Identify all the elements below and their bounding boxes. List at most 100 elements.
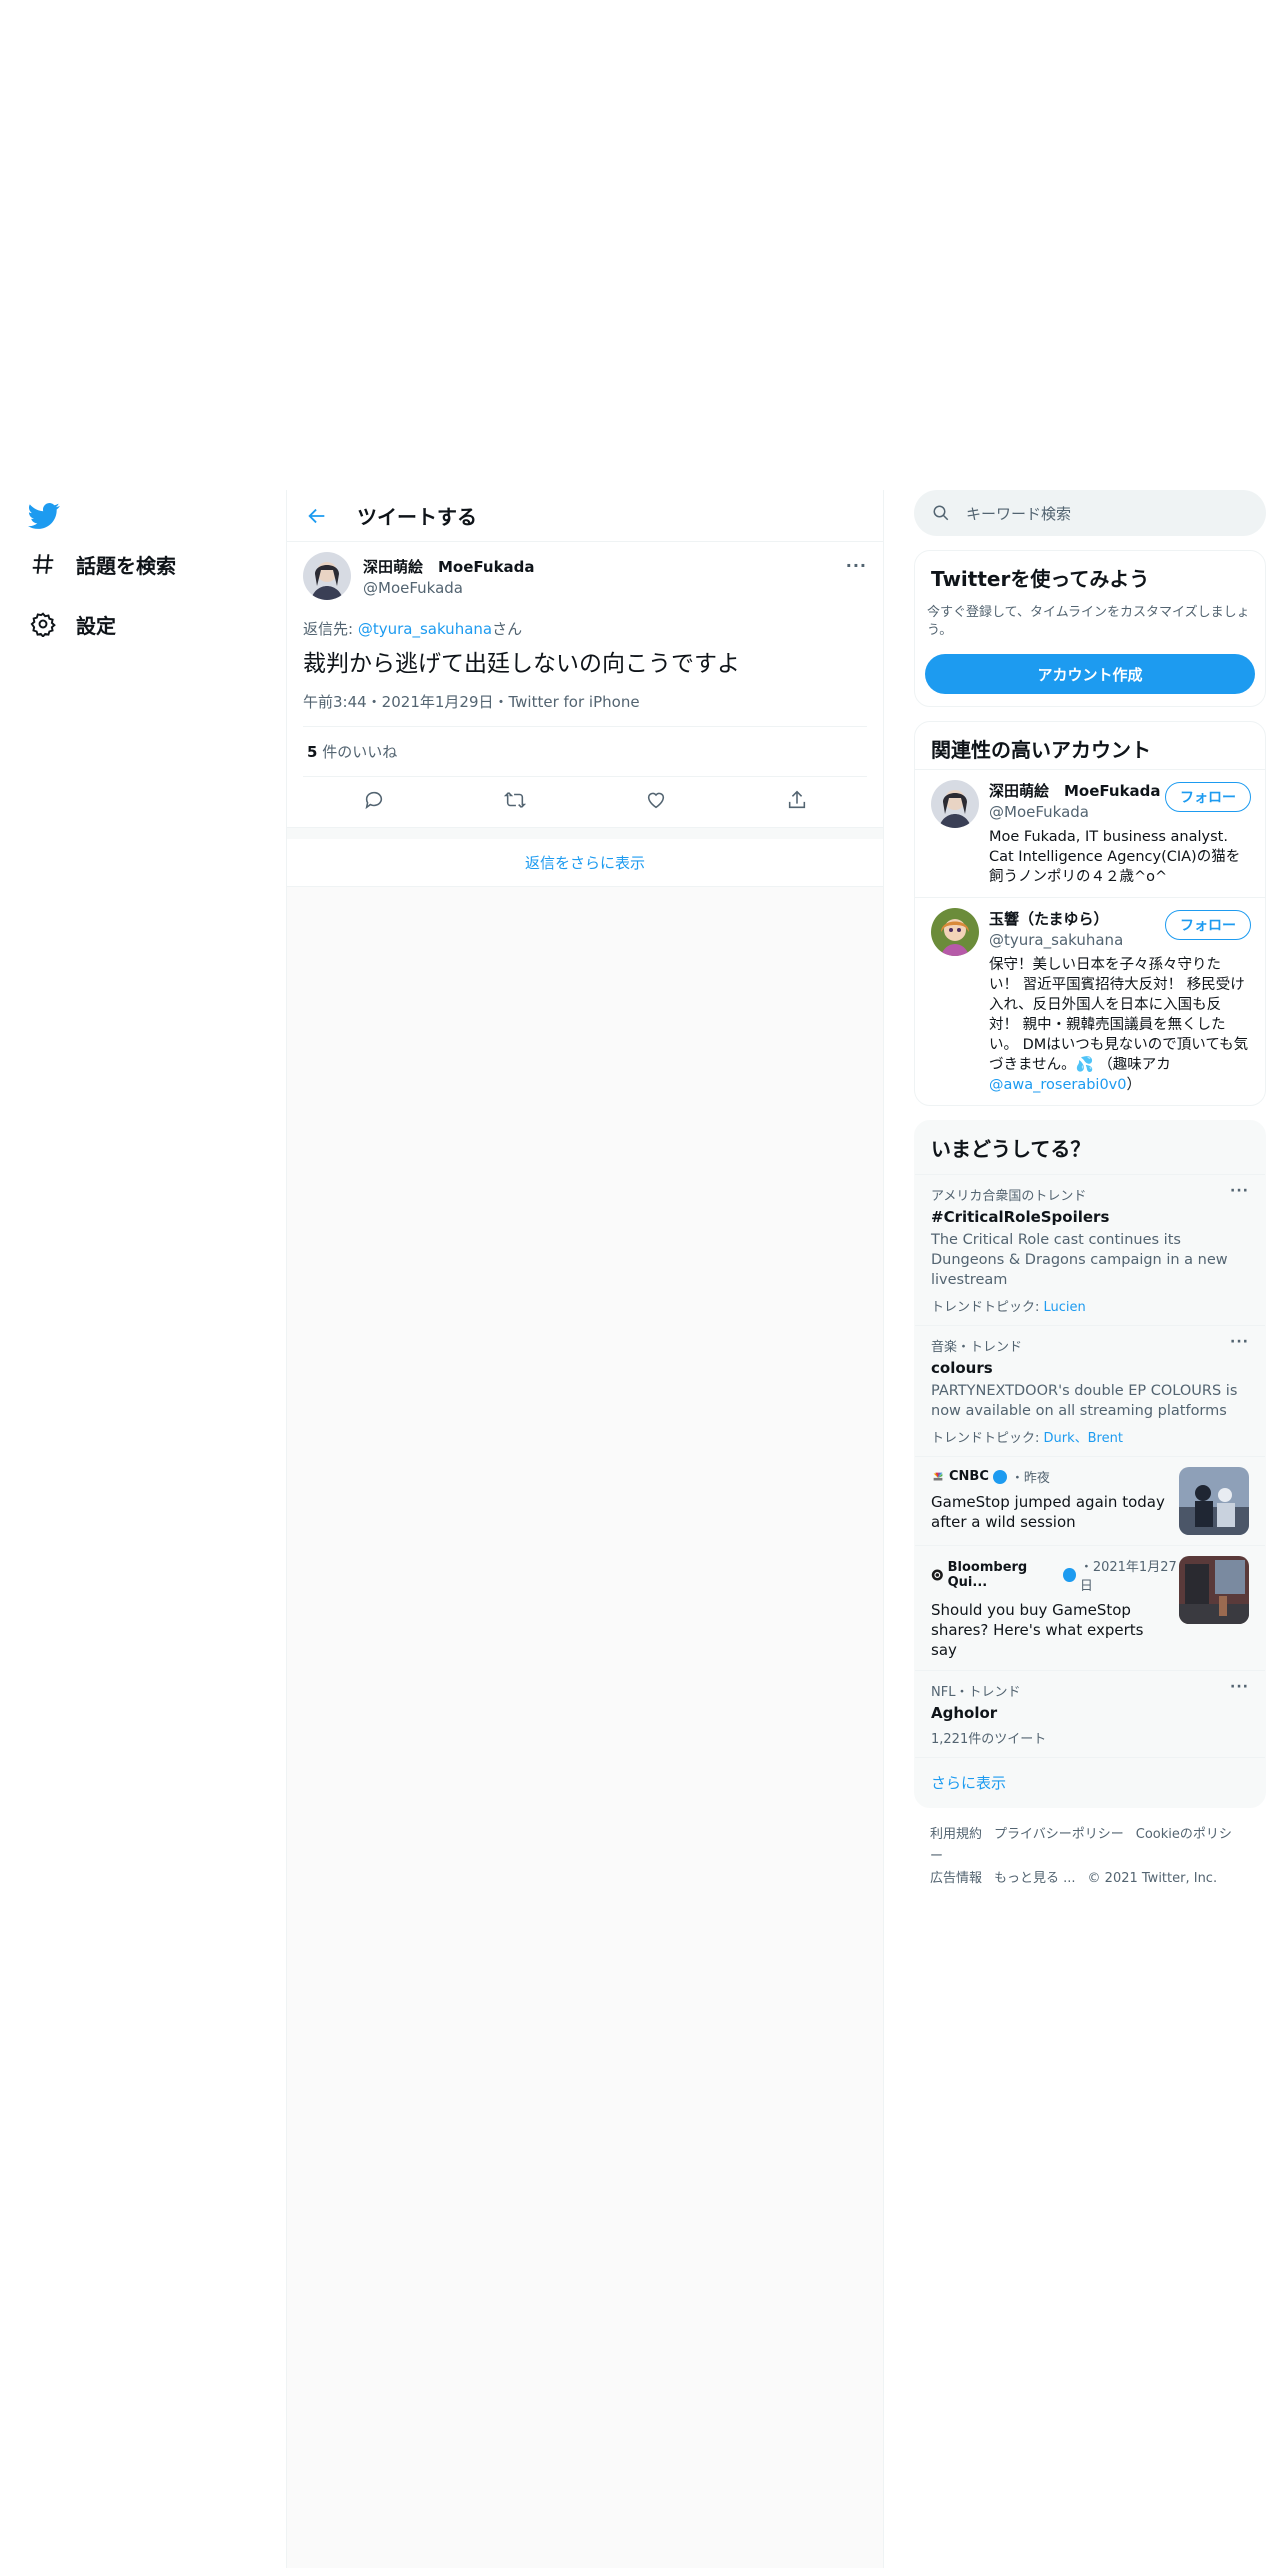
show-more-link[interactable]: さらに表示	[915, 1757, 1265, 1807]
trend-context: 音楽・トレンド	[931, 1340, 1023, 1355]
avatar[interactable]	[931, 780, 979, 828]
follow-button[interactable]: フォロー	[1165, 782, 1251, 812]
main-column: ツイートする 深田萌絵 MoeFukada @MoeFukada ··· 返信先…	[286, 490, 884, 2568]
news-source: Bloomberg Qui...	[947, 1560, 1028, 1590]
trend-tweet-count: 1,221件のツイート	[931, 1732, 1047, 1747]
tweet-author-handle[interactable]: @MoeFukada	[363, 579, 535, 597]
footer-terms-link[interactable]: 利用規約	[930, 1827, 982, 1842]
trend-context: アメリカ合衆国のトレンド	[931, 1189, 1087, 1204]
signup-subtitle: 今すぐ登録して、タイムラインをカスタマイズしましょう。	[927, 605, 1250, 638]
footer-privacy-link[interactable]: プライバシーポリシー	[994, 1827, 1124, 1842]
news-title: Should you buy GameStop shares? Here's w…	[931, 1601, 1144, 1659]
nav-settings-label: 設定	[76, 613, 116, 638]
gear-icon	[30, 612, 56, 637]
retweet-icon	[503, 792, 526, 808]
account-item[interactable]: 深田萌絵 MoeFukada @MoeFukada Moe Fukada, IT…	[915, 769, 1265, 897]
tweet-text: 裁判から逃げて出廷しないの向こうですよ	[303, 651, 740, 677]
likes-row[interactable]: 5 件のいいね	[303, 727, 867, 777]
more-options-icon[interactable]: ···	[1230, 1183, 1249, 1199]
share-button[interactable]	[786, 789, 808, 815]
verified-badge-icon	[1063, 1568, 1076, 1582]
retweet-button[interactable]	[503, 789, 526, 815]
more-options-icon[interactable]: ···	[1230, 1334, 1249, 1350]
account-bio-end: ）	[1126, 1077, 1141, 1093]
reply-icon	[365, 791, 382, 810]
arrow-left-icon	[308, 508, 325, 523]
tweet-author-name[interactable]: 深田萌絵 MoeFukada	[363, 556, 535, 577]
like-button[interactable]	[645, 789, 667, 815]
trend-description: The Critical Role cast continues its Dun…	[931, 1232, 1228, 1288]
nav-settings[interactable]: 設定	[30, 604, 116, 644]
reply-to-suffix: さん	[492, 620, 523, 638]
search-icon	[933, 505, 949, 521]
search-placeholder: キーワード検索	[966, 504, 1072, 523]
tweet-meta[interactable]: 午前3:44・2021年1月29日・Twitter for iPhone	[303, 691, 867, 727]
left-nav: 話題を検索 設定	[0, 490, 286, 2568]
nav-explore[interactable]: 話題を検索	[30, 544, 176, 584]
right-sidebar: キーワード検索 Twitterを使ってみよう 今すぐ登録して、タイムラインをカス…	[914, 490, 1266, 1906]
reply-to-prefix: 返信先:	[303, 620, 358, 638]
hashtag-icon	[32, 554, 54, 574]
related-title: 関連性の高いアカウント	[931, 738, 1151, 762]
account-item[interactable]: 玉響（たまゆら） @tyura_sakuhana 保守！美しい日本を子々孫々守り…	[915, 897, 1265, 1105]
news-time: ・昨夜	[1010, 1471, 1050, 1486]
trend-topic-link[interactable]: Durk、Brent	[1044, 1431, 1123, 1446]
trends-card: いまどうしてる？ アメリカ合衆国のトレンド #CriticalRoleSpoil…	[914, 1120, 1266, 1808]
trend-title: Agholor	[931, 1704, 998, 1722]
trend-title: #CriticalRoleSpoilers	[931, 1208, 1110, 1226]
trend-item[interactable]: アメリカ合衆国のトレンド #CriticalRoleSpoilers The C…	[915, 1174, 1265, 1325]
bloomberg-logo-icon	[931, 1569, 943, 1581]
trend-topic: トレンドトピック: Lucien	[931, 1296, 1249, 1315]
back-button[interactable]	[299, 498, 335, 534]
share-icon	[788, 790, 805, 809]
page-title: ツイートする	[357, 505, 477, 529]
follow-button[interactable]: フォロー	[1165, 910, 1251, 940]
footer-copyright: © 2021 Twitter, Inc.	[1087, 1871, 1218, 1886]
nav-explore-label: 話題を検索	[76, 553, 176, 578]
more-options-icon[interactable]: ···	[1230, 1679, 1249, 1695]
trend-item[interactable]: NFL・トレンド Agholor 1,221件のツイート ···	[915, 1670, 1265, 1757]
trend-topic-label: トレンドトピック:	[931, 1300, 1044, 1315]
likes-count: 5	[307, 743, 318, 761]
trend-topic: トレンドトピック: Durk、Brent	[931, 1427, 1249, 1446]
more-options-icon[interactable]: ···	[846, 556, 867, 575]
heart-icon	[647, 792, 664, 809]
trend-topic-label: トレンドトピック:	[931, 1431, 1044, 1446]
account-bio-text: 保守！美しい日本を子々孫々守りたい！ 習近平国賓招待大反対！ 移民受け入れ、反日…	[989, 957, 1249, 1073]
avatar[interactable]	[931, 908, 979, 956]
news-thumbnail	[1179, 1467, 1249, 1535]
account-bio: Moe Fukada, IT business analyst. Cat Int…	[989, 829, 1241, 885]
footer-ads-link[interactable]: 広告情報	[930, 1871, 982, 1886]
news-thumbnail	[1179, 1556, 1249, 1624]
tweet: 深田萌絵 MoeFukada @MoeFukada ··· 返信先: @tyur…	[287, 542, 883, 827]
news-source: CNBC	[949, 1469, 989, 1484]
account-bio: 保守！美しい日本を子々孫々守りたい！ 習近平国賓招待大反対！ 移民受け入れ、反日…	[989, 955, 1249, 1095]
news-item[interactable]: CNBC ・昨夜 GameStop jumped again today aft…	[915, 1456, 1265, 1545]
account-bio-link[interactable]: @awa_roserabi0v0	[989, 1077, 1126, 1093]
search-input[interactable]: キーワード検索	[914, 490, 1266, 536]
signup-title: Twitterを使ってみよう	[931, 567, 1150, 591]
section-divider	[287, 827, 883, 839]
show-more-replies[interactable]: 返信をさらに表示	[287, 839, 883, 887]
signup-card: Twitterを使ってみよう 今すぐ登録して、タイムラインをカスタマイズしましょ…	[914, 550, 1266, 707]
create-account-button[interactable]: アカウント作成	[925, 654, 1255, 694]
trend-context: NFL・トレンド	[931, 1685, 1021, 1700]
twitter-logo-icon[interactable]	[28, 500, 60, 532]
reply-button[interactable]	[363, 789, 385, 815]
footer: 利用規約 プライバシーポリシー Cookieのポリシー 広告情報 もっと見る ... ©…	[914, 1808, 1266, 1906]
footer-more-link[interactable]: もっと見る ...	[994, 1871, 1076, 1886]
avatar[interactable]	[303, 552, 351, 600]
trends-title: いまどうしてる？	[931, 1137, 1091, 1161]
trend-topic-link[interactable]: Lucien	[1044, 1300, 1086, 1315]
news-time: ・2021年1月27日	[1079, 1560, 1177, 1594]
trend-item[interactable]: 音楽・トレンド colours PARTYNEXTDOOR's double E…	[915, 1325, 1265, 1456]
likes-label: 件のいいね	[317, 743, 398, 761]
page-header: ツイートする	[287, 490, 883, 542]
tweet-actions	[303, 777, 867, 827]
reply-to-link[interactable]: @tyura_sakuhana	[358, 620, 492, 638]
news-item[interactable]: Bloomberg Qui... ・2021年1月27日 Should you …	[915, 1545, 1265, 1670]
related-accounts-card: 関連性の高いアカウント 深田萌絵 MoeFukada @MoeFukada Mo…	[914, 721, 1266, 1106]
news-title: GameStop jumped again today after a wild…	[931, 1493, 1165, 1531]
trend-title: colours	[931, 1359, 993, 1377]
verified-badge-icon	[992, 1469, 1007, 1484]
